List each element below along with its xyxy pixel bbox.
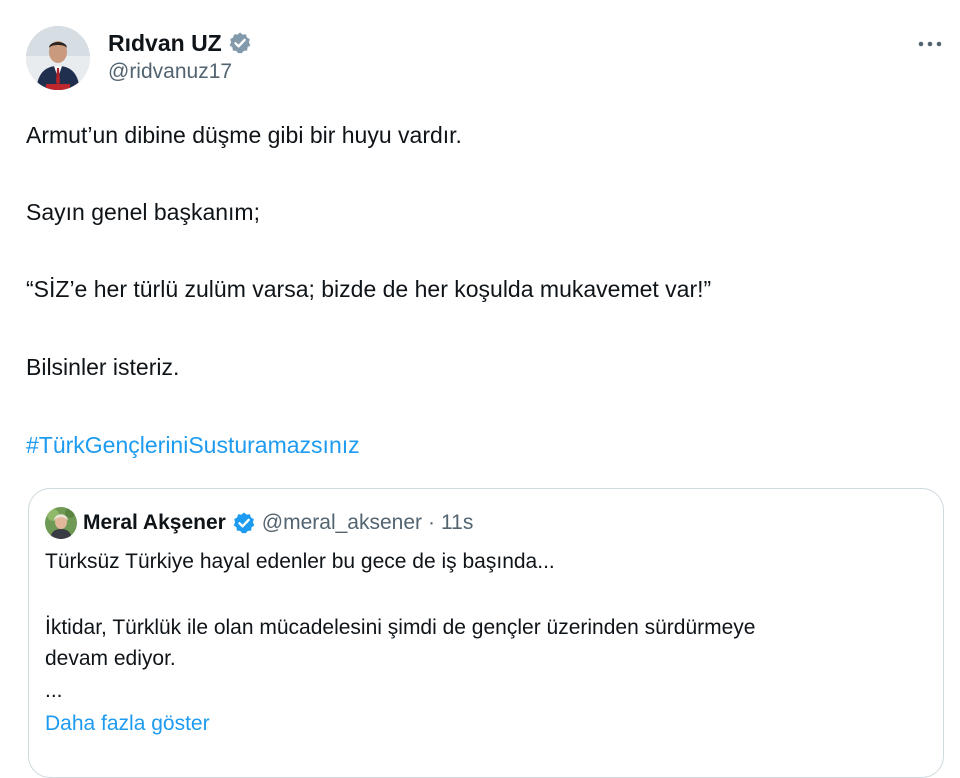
gray-verified-badge-icon[interactable]	[228, 31, 252, 55]
quote-author-name[interactable]: Meral Akşener	[83, 511, 226, 535]
tweet-text-line: Armut’un dibine düşme gibi bir huyu vard…	[26, 122, 462, 148]
tweet-text-line: Bilsinler isteriz.	[26, 354, 180, 380]
quote-text-line: devam ediyor.	[45, 647, 176, 670]
quote-timestamp[interactable]: 11s	[441, 511, 473, 535]
blue-verified-badge-icon[interactable]	[232, 511, 256, 535]
quoted-tweet-card[interactable]: Meral Akşener @meral_aksener · 11s Türks…	[28, 488, 944, 778]
quote-header: Meral Akşener @meral_aksener · 11s	[45, 506, 473, 540]
quote-text-line: İktidar, Türklük ile olan mücadelesini ş…	[45, 616, 756, 639]
hashtag-link[interactable]: #TürkGençleriniSusturamazsınız	[26, 430, 360, 460]
quote-author-handle[interactable]: @meral_aksener	[262, 511, 422, 535]
quote-text-line: Türksüz Türkiye hayal edenler bu gece de…	[45, 550, 555, 573]
profile-photo-icon	[45, 507, 77, 539]
more-options-button[interactable]	[914, 32, 946, 56]
tweet: Rıdvan UZ @ridvanuz17 Armut’un dibine dü…	[0, 0, 960, 778]
separator-dot: ·	[428, 511, 436, 534]
quote-text-line: ...	[45, 679, 63, 702]
show-more-link[interactable]: Daha fazla göster	[45, 712, 210, 736]
author-name-row: Rıdvan UZ	[108, 28, 252, 58]
quote-author-avatar[interactable]	[45, 507, 77, 539]
author-avatar[interactable]	[26, 26, 90, 90]
author-handle[interactable]: @ridvanuz17	[108, 60, 232, 84]
tweet-text-line: “SİZ’e her türlü zulüm varsa; bizde de h…	[26, 276, 712, 302]
author-name[interactable]: Rıdvan UZ	[108, 30, 222, 57]
profile-photo-icon	[26, 26, 90, 90]
tweet-text-line: Sayın genel başkanım;	[26, 199, 260, 225]
more-horizontal-icon	[918, 41, 942, 47]
